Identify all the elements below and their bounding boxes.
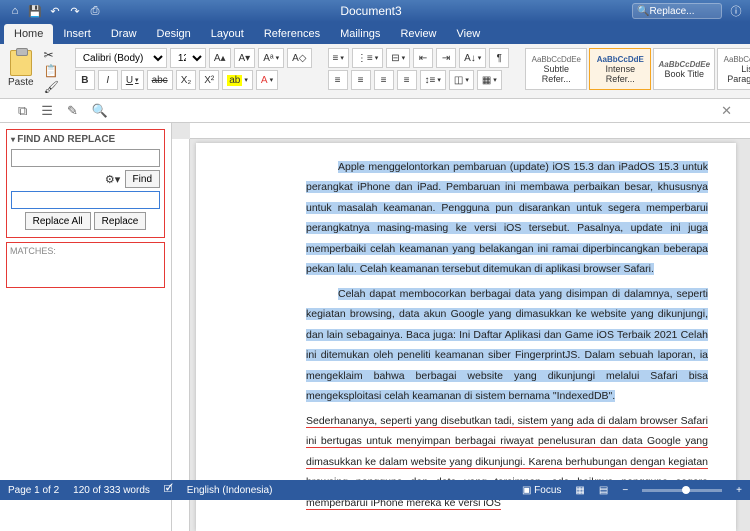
replace-input[interactable] xyxy=(11,191,160,209)
clear-format-button[interactable]: A◇ xyxy=(287,48,311,68)
find-options-gear-icon[interactable]: ⚙▾ xyxy=(104,170,122,188)
style-list-para[interactable]: AaBbCcDdEeList Paragraph xyxy=(717,48,750,90)
nav-pane-tabs: ⧉ ☰ ✎ 🔍 ✕ xyxy=(0,99,750,123)
font-color-button[interactable]: A xyxy=(256,70,278,90)
sort-button[interactable]: A↓ xyxy=(459,48,486,68)
find-button[interactable]: Find xyxy=(125,170,160,188)
justify-button[interactable]: ≡ xyxy=(397,70,417,90)
tab-view[interactable]: View xyxy=(447,24,491,44)
document-area: Apple menggelontorkan pembaruan (update)… xyxy=(172,123,750,531)
highlight-button[interactable]: ab xyxy=(222,70,253,90)
tab-layout[interactable]: Layout xyxy=(201,24,254,44)
undo-icon[interactable]: ↶ xyxy=(48,4,62,18)
save-icon[interactable]: 💾 xyxy=(28,4,42,18)
word-count[interactable]: 120 of 333 words xyxy=(73,485,150,496)
style-subtle-ref[interactable]: AaBbCcDdEeSubtle Refer... xyxy=(525,48,587,90)
body-text: Apple menggelontorkan pembaruan (update)… xyxy=(306,161,708,275)
body-text: Celah dapat membocorkan berbagai data ya… xyxy=(306,288,708,402)
dedent-button[interactable]: ⇤ xyxy=(413,48,433,68)
italic-button[interactable]: I xyxy=(98,70,118,90)
ribbon-tabs: Home Insert Draw Design Layout Reference… xyxy=(0,22,750,44)
font-name-select[interactable]: Calibri (Body) xyxy=(75,48,167,68)
matches-panel: MATCHES: xyxy=(6,242,165,288)
find-replace-title: FIND AND REPLACE xyxy=(11,134,160,145)
increase-font-button[interactable]: A▴ xyxy=(209,48,231,68)
style-intense-ref[interactable]: AaBbCcDdEIntense Refer... xyxy=(589,48,651,90)
align-center-button[interactable]: ≡ xyxy=(351,70,371,90)
zoom-slider[interactable] xyxy=(642,489,722,492)
document-page[interactable]: Apple menggelontorkan pembaruan (update)… xyxy=(196,143,736,531)
view-web-icon[interactable]: ▤ xyxy=(599,485,608,496)
tab-home[interactable]: Home xyxy=(4,24,53,44)
redo-icon[interactable]: ↷ xyxy=(68,4,82,18)
view-print-icon[interactable]: ▦ xyxy=(575,485,584,496)
page-count[interactable]: Page 1 of 2 xyxy=(8,485,59,496)
decrease-font-button[interactable]: A▾ xyxy=(234,48,256,68)
indent-button[interactable]: ⇥ xyxy=(436,48,456,68)
focus-mode[interactable]: ▣ Focus xyxy=(522,485,561,496)
bold-button[interactable]: B xyxy=(75,70,95,90)
find-replace-sidebar: FIND AND REPLACE ⚙▾ Find Replace All Rep… xyxy=(0,123,172,531)
tab-insert[interactable]: Insert xyxy=(53,24,101,44)
copy-icon[interactable]: 📋 xyxy=(44,64,59,78)
replace-all-button[interactable]: Replace All xyxy=(25,212,91,230)
nav-search-icon[interactable]: 🔍 xyxy=(92,103,108,119)
zoom-out-button[interactable]: − xyxy=(622,485,628,496)
borders-button[interactable]: ▦ xyxy=(477,70,502,90)
nav-headings-icon[interactable]: ☰ xyxy=(41,103,53,119)
align-right-button[interactable]: ≡ xyxy=(374,70,394,90)
align-left-button[interactable]: ≡ xyxy=(328,70,348,90)
show-marks-button[interactable]: ¶ xyxy=(489,48,509,68)
tab-references[interactable]: References xyxy=(254,24,330,44)
cut-icon[interactable]: ✂ xyxy=(44,48,59,62)
bullets-button[interactable]: ≡ xyxy=(328,48,349,68)
subscript-button[interactable]: X₂ xyxy=(176,70,197,90)
superscript-button[interactable]: X² xyxy=(199,70,219,90)
ribbon: Paste ✂ 📋 🖌 Calibri (Body) 12 A▴ A▾ Aᵃ A… xyxy=(0,44,750,99)
paste-button[interactable]: Paste xyxy=(6,48,36,90)
vertical-ruler[interactable] xyxy=(172,139,190,531)
shading-button[interactable]: ◫ xyxy=(449,70,474,90)
find-input[interactable] xyxy=(11,149,160,167)
style-gallery: AaBbCcDdEeSubtle Refer... AaBbCcDdEInten… xyxy=(525,48,750,90)
nav-results-icon[interactable]: ✎ xyxy=(67,103,78,119)
help-icon[interactable]: ⓘ xyxy=(722,3,750,19)
status-bar: Page 1 of 2 120 of 333 words 🗹 English (… xyxy=(0,480,750,500)
replace-search[interactable]: 🔍 Replace... xyxy=(632,3,722,19)
numbering-button[interactable]: ⋮≡ xyxy=(352,48,383,68)
style-book-title[interactable]: AaBbCcDdEeBook Title xyxy=(653,48,715,90)
strike-button[interactable]: abc xyxy=(147,70,173,90)
font-size-select[interactable]: 12 xyxy=(170,48,206,68)
spell-check-icon[interactable]: 🗹 xyxy=(164,482,173,499)
clipboard-icon xyxy=(10,50,32,76)
home-icon[interactable]: ⌂ xyxy=(8,4,22,18)
multilevel-button[interactable]: ⊟ xyxy=(386,48,410,68)
format-painter-icon[interactable]: 🖌 xyxy=(44,80,59,94)
language-status[interactable]: English (Indonesia) xyxy=(187,485,273,496)
tab-draw[interactable]: Draw xyxy=(101,24,147,44)
replace-button[interactable]: Replace xyxy=(94,212,147,230)
change-case-button[interactable]: Aᵃ xyxy=(258,48,284,68)
document-title: Document3 xyxy=(110,4,632,18)
line-spacing-button[interactable]: ↕≡ xyxy=(420,70,446,90)
zoom-in-button[interactable]: + xyxy=(736,485,742,496)
nav-thumbnails-icon[interactable]: ⧉ xyxy=(18,103,27,119)
tab-mailings[interactable]: Mailings xyxy=(330,24,390,44)
close-nav-icon[interactable]: ✕ xyxy=(721,103,732,119)
tab-review[interactable]: Review xyxy=(390,24,446,44)
horizontal-ruler[interactable] xyxy=(190,123,750,139)
underline-button[interactable]: U xyxy=(121,70,144,90)
tab-design[interactable]: Design xyxy=(147,24,201,44)
print-icon[interactable]: ⎙ xyxy=(88,4,102,18)
